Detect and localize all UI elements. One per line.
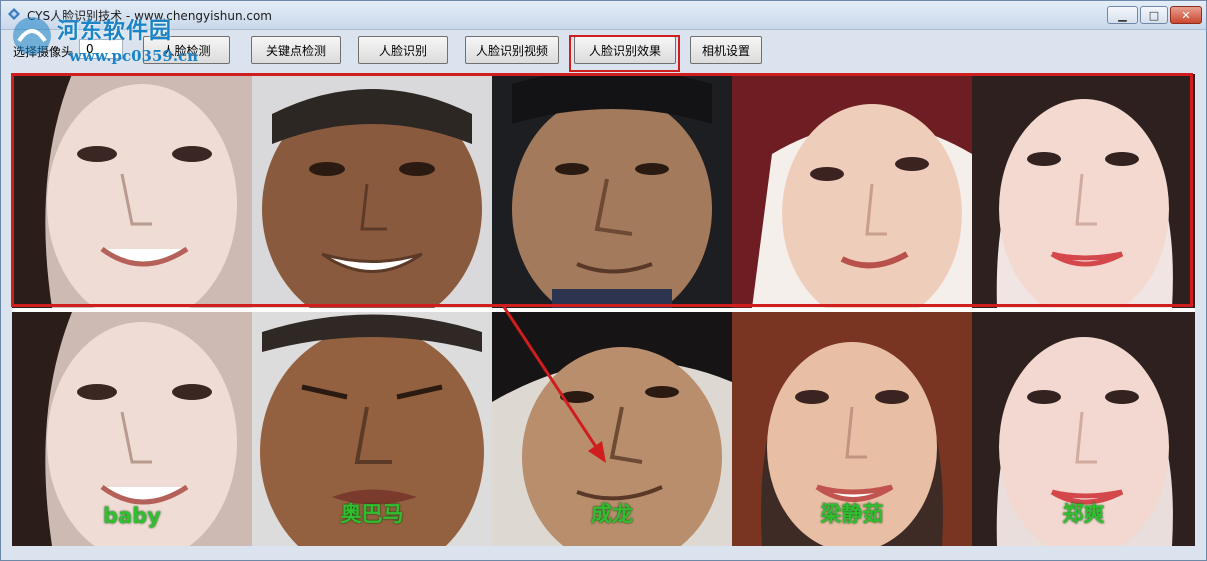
match-name-label: 梁静茹 bbox=[820, 502, 884, 526]
detected-face-4 bbox=[732, 74, 972, 308]
match-name-label: baby bbox=[103, 504, 161, 528]
close-icon: ✕ bbox=[1181, 8, 1191, 22]
match-name-label: 成龙 bbox=[591, 502, 633, 526]
matched-face-5: 郑爽 bbox=[972, 312, 1195, 546]
maximize-icon: □ bbox=[1148, 8, 1160, 22]
results-panel: baby 奥巴马 成龙 梁静茹 郑爽 bbox=[12, 74, 1195, 546]
minimize-button[interactable]: ▁ bbox=[1107, 6, 1138, 24]
maximize-button[interactable]: □ bbox=[1140, 6, 1168, 24]
detected-face-1 bbox=[12, 74, 252, 308]
watermark-text: 河东软件园 bbox=[57, 18, 173, 44]
matched-face-3: 成龙 bbox=[492, 312, 732, 546]
detected-face-3 bbox=[492, 74, 732, 308]
close-button[interactable]: ✕ bbox=[1170, 6, 1202, 24]
app-window: CYS人脸识别技术 - www.chengyishun.com ▁ □ ✕ 选择… bbox=[0, 0, 1207, 561]
detected-face-5 bbox=[972, 74, 1195, 308]
face-recognize-video-button[interactable]: 人脸识别视频 bbox=[465, 36, 559, 64]
matched-face-4: 梁静茹 bbox=[732, 312, 972, 546]
match-name-label: 郑爽 bbox=[1062, 502, 1105, 526]
watermark-url: www.pc0359.cn bbox=[69, 47, 199, 65]
title-bar: CYS人脸识别技术 - www.chengyishun.com ▁ □ ✕ bbox=[1, 1, 1206, 30]
matched-face-1: baby bbox=[12, 312, 252, 546]
face-recognize-button[interactable]: 人脸识别 bbox=[358, 36, 448, 64]
detected-face-2 bbox=[252, 74, 492, 308]
match-name-label: 奥巴马 bbox=[340, 502, 404, 526]
camera-settings-button[interactable]: 相机设置 bbox=[690, 36, 762, 64]
minimize-icon: ▁ bbox=[1118, 8, 1127, 22]
matched-face-2: 奥巴马 bbox=[252, 312, 492, 546]
active-button-highlight bbox=[569, 35, 680, 72]
keypoint-detect-button[interactable]: 关键点检测 bbox=[251, 36, 341, 64]
watermark-logo-icon bbox=[13, 17, 51, 55]
